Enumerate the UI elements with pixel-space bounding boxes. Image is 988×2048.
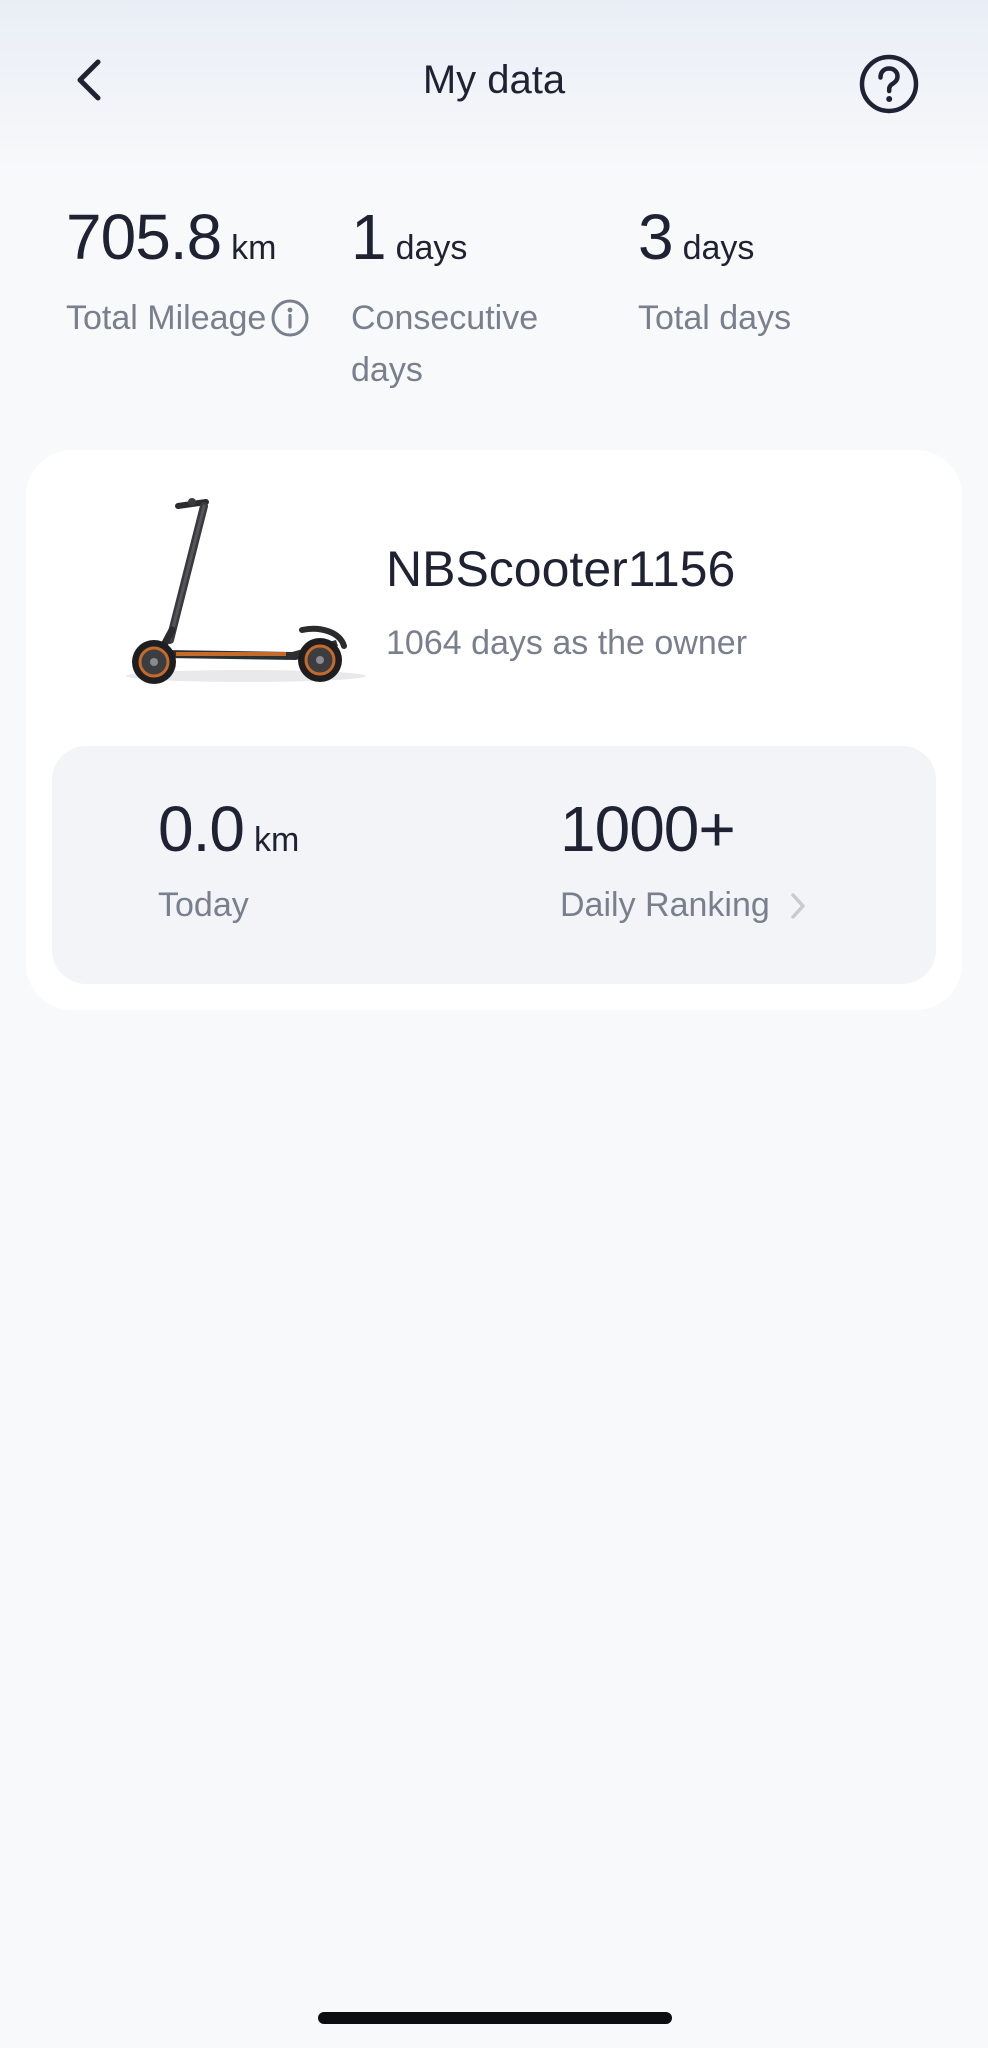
page-title: My data — [422, 58, 566, 102]
ranking-label: Daily Ranking — [560, 886, 770, 924]
today-label: Today — [158, 886, 249, 924]
today-unit: km — [253, 821, 300, 859]
stats-row: 705.8 km Total Mileage 1 days Consecutiv… — [0, 200, 988, 400]
stat-total-days: 3 days Total days — [638, 200, 898, 344]
ranking-value: 1000+ — [560, 793, 736, 865]
device-name: NBScooter1156 — [386, 541, 736, 597]
stat-value: 1 — [351, 201, 387, 273]
stat-total-mileage: 705.8 km Total Mileage — [66, 200, 336, 344]
daily-summary-panel: 0.0 km Today 1000+ Daily Ranking — [52, 746, 936, 984]
ownership-duration: 1064 days as the owner — [386, 624, 748, 662]
kick-scooter-icon — [126, 498, 366, 684]
device-card: NBScooter1156 1064 days as the owner 0.0… — [26, 450, 962, 1010]
today-mileage: 0.0 km Today — [158, 792, 299, 925]
stat-value: 3 — [638, 201, 674, 273]
daily-ranking-link[interactable]: 1000+ Daily Ranking — [560, 792, 808, 925]
stat-label: Total Mileage — [66, 299, 267, 337]
info-icon[interactable] — [270, 298, 310, 338]
stat-label: Total days — [638, 299, 792, 337]
today-value: 0.0 — [158, 793, 245, 865]
stat-unit: days — [395, 229, 468, 267]
home-indicator — [318, 2012, 672, 2024]
help-button[interactable] — [858, 53, 920, 115]
stat-label: Consecutive days — [351, 299, 539, 389]
header: My data — [0, 0, 988, 170]
stat-unit: km — [231, 229, 277, 267]
question-circle-icon — [859, 54, 919, 114]
stat-unit: days — [682, 229, 755, 267]
chevron-right-icon — [788, 889, 808, 923]
stat-consecutive-days: 1 days Consecutive days — [351, 200, 601, 396]
stat-value: 705.8 — [66, 201, 222, 273]
